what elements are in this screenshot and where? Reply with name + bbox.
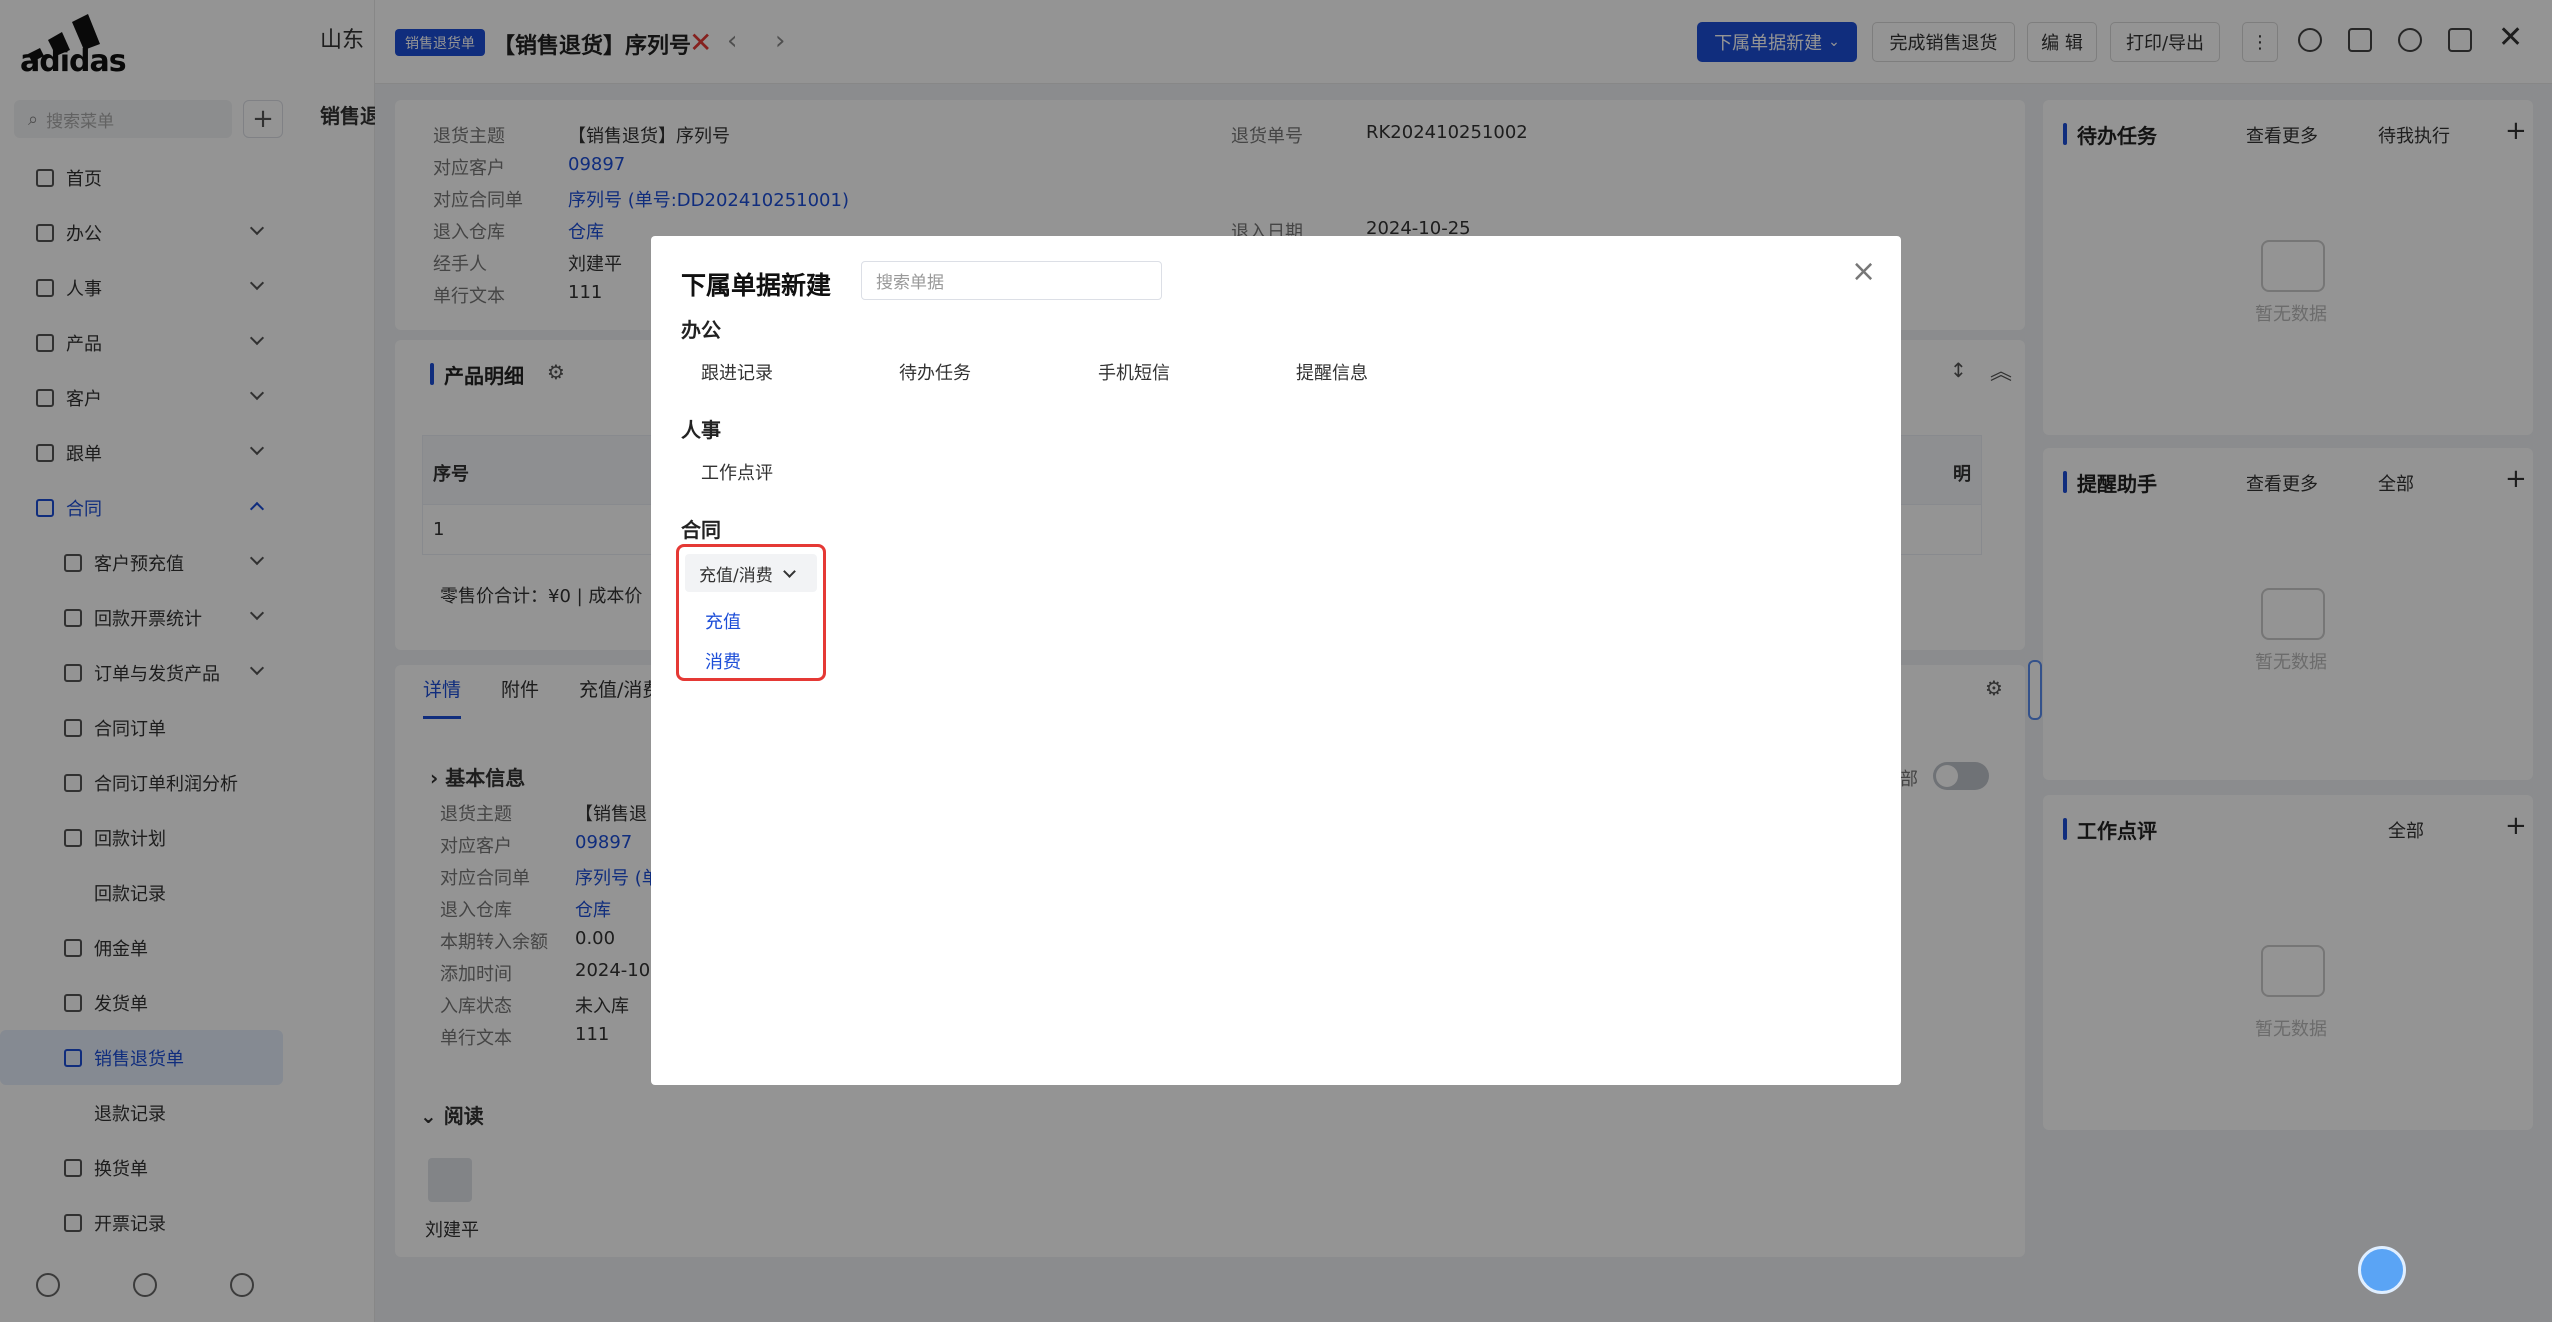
option-recharge[interactable]: 充值 — [705, 608, 741, 634]
option-consume[interactable]: 消费 — [705, 648, 741, 674]
recharge-consume-dropdown[interactable]: 充值/消费 — [685, 554, 817, 592]
item-reminder[interactable]: 提醒信息 — [1296, 359, 1368, 385]
item-work-review[interactable]: 工作点评 — [701, 459, 773, 485]
new-sub-document-modal: 下属单据新建 搜索单据 × 办公 跟进记录 待办任务 手机短信 提醒信息 人事 … — [651, 236, 1901, 1085]
assistant-float-button[interactable] — [2358, 1246, 2406, 1294]
close-icon[interactable]: × — [1851, 254, 1876, 289]
document-search-input[interactable]: 搜索单据 — [861, 261, 1162, 300]
chevron-down-icon — [782, 564, 796, 578]
item-follow-record[interactable]: 跟进记录 — [701, 359, 773, 385]
group-office-title: 办公 — [681, 318, 721, 342]
modal-title: 下属单据新建 — [681, 271, 832, 300]
group-hr-title: 人事 — [681, 418, 721, 442]
item-todo-task[interactable]: 待办任务 — [899, 359, 971, 385]
group-contract-title: 合同 — [681, 518, 721, 542]
item-sms[interactable]: 手机短信 — [1098, 359, 1170, 385]
